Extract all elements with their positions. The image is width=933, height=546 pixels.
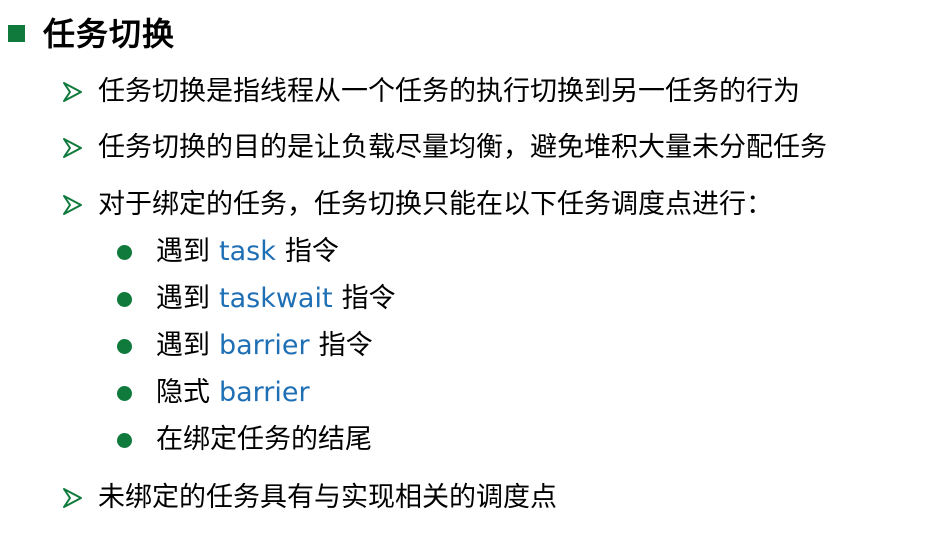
sub-bullet-item: 遇到 task 指令	[115, 232, 339, 272]
slide: 任务切换 任务切换是指线程从一个任务的执行切换到另一任务的行为 任务切换的目的是…	[0, 0, 933, 546]
sub-bullet-item: 在绑定任务的结尾	[115, 420, 372, 460]
sub-bullet-keyword: barrier	[219, 377, 310, 408]
dot-bullet-icon	[117, 432, 132, 448]
sub-bullet-keyword: barrier	[219, 330, 310, 361]
bullet-text: 任务切换是指线程从一个任务的执行切换到另一任务的行为	[98, 76, 800, 107]
page-title: 任务切换	[43, 15, 176, 53]
bullet-text: 任务切换的目的是让负载尽量均衡，避免堆积大量未分配任务	[98, 132, 827, 163]
sub-bullet-prefix: 遇到	[156, 330, 210, 361]
sub-bullet-prefix: 隐式	[156, 377, 210, 408]
sub-bullet-item: 遇到 taskwait 指令	[115, 279, 396, 319]
sub-bullet-prefix: 在绑定任务的结尾	[156, 424, 372, 455]
bullet-item: 任务切换是指线程从一个任务的执行切换到另一任务的行为	[60, 72, 800, 112]
sub-bullet-item: 遇到 barrier 指令	[115, 326, 373, 366]
title-row: 任务切换	[8, 6, 175, 58]
bullet-item: 未绑定的任务具有与实现相关的调度点	[60, 478, 557, 518]
sub-bullet-suffix: 指令	[318, 330, 373, 361]
dot-bullet-icon	[117, 244, 132, 260]
dot-bullet-icon	[117, 385, 132, 401]
bullet-item: 任务切换的目的是让负载尽量均衡，避免堆积大量未分配任务	[60, 128, 827, 168]
sub-bullet-prefix: 遇到	[156, 283, 210, 314]
bullet-text: 对于绑定的任务，任务切换只能在以下任务调度点进行：	[98, 189, 773, 220]
dot-bullet-icon	[117, 291, 132, 307]
sub-bullet-keyword: taskwait	[219, 283, 333, 314]
arrow-bullet-icon	[63, 82, 82, 102]
sub-bullet-item: 隐式 barrier	[115, 373, 319, 413]
arrow-bullet-icon	[63, 138, 82, 158]
square-bullet-icon	[8, 24, 25, 42]
dot-bullet-icon	[117, 338, 132, 354]
sub-bullet-prefix: 遇到	[156, 236, 210, 267]
bullet-text: 未绑定的任务具有与实现相关的调度点	[98, 482, 557, 513]
sub-bullet-suffix: 指令	[341, 283, 396, 314]
arrow-bullet-icon	[63, 488, 82, 508]
sub-bullet-keyword: task	[219, 236, 276, 267]
bullet-item: 对于绑定的任务，任务切换只能在以下任务调度点进行：	[60, 185, 773, 225]
sub-bullet-suffix: 指令	[284, 236, 339, 267]
arrow-bullet-icon	[63, 195, 82, 215]
